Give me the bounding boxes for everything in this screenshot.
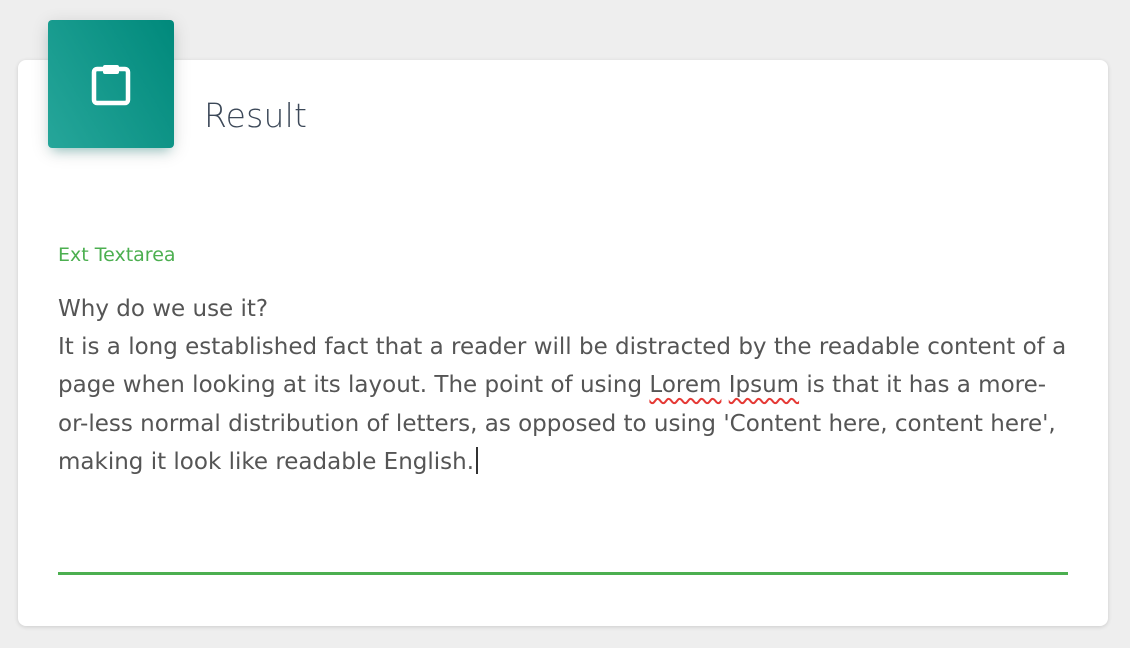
result-card: Result Ext Textarea Why do we use it? It… bbox=[18, 60, 1108, 626]
misspelled-word: Ipsum bbox=[728, 372, 800, 399]
ext-textarea[interactable]: Why do we use it? It is a long establish… bbox=[58, 290, 1068, 566]
text-caret bbox=[476, 446, 478, 474]
textarea-focus-underline bbox=[58, 572, 1068, 575]
ext-textarea-label: Ext Textarea bbox=[58, 244, 176, 266]
card-title: Result bbox=[204, 96, 308, 135]
clipboard-icon bbox=[91, 62, 131, 106]
misspelled-word: Lorem bbox=[649, 372, 722, 399]
card-header-icon-tile bbox=[48, 20, 174, 148]
text-segment bbox=[721, 372, 728, 398]
textarea-content[interactable]: Why do we use it? It is a long establish… bbox=[58, 290, 1068, 481]
